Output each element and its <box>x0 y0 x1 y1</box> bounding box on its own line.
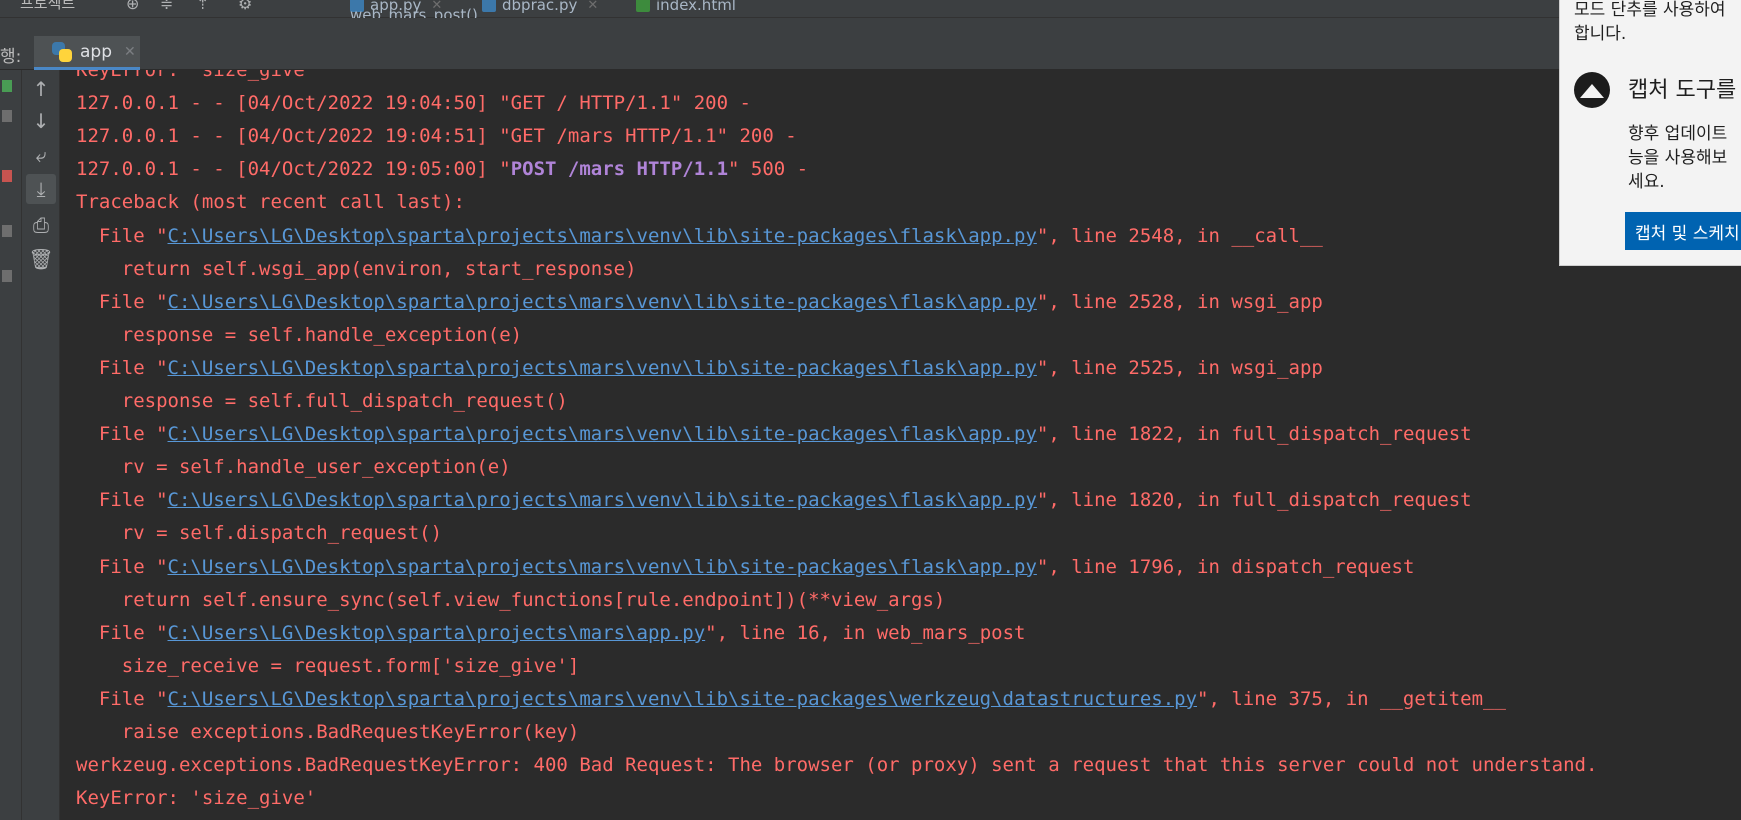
file-path-link[interactable]: C:\Users\LG\Desktop\sparta\projects\mars… <box>168 489 1037 511</box>
file-prefix: File " <box>76 224 168 247</box>
trash-icon[interactable]: 🗑 <box>26 244 56 274</box>
file-suffix: ", line 1820, in full_dispatch_request <box>1036 489 1472 512</box>
tab-dbprac-py[interactable]: dbprac.py ✕ <box>482 0 598 17</box>
notification-title: 캡처 도구를 <box>1628 78 1737 103</box>
python-file-icon <box>482 0 496 12</box>
console-line: 127.0.0.1 - - [04/Oct/2022 19:04:51] "GE… <box>76 125 797 148</box>
file-prefix: File " <box>76 423 168 446</box>
console-line: File "C:\Users\LG\Desktop\sparta\project… <box>76 224 1323 248</box>
console-line: KeyError: 'size_give' <box>76 70 317 81</box>
console-output[interactable]: KeyError: 'size_give' 127.0.0.1 - - [04/O… <box>60 70 1741 820</box>
console-line: 127.0.0.1 - - [04/Oct/2022 19:04:50] "GE… <box>76 92 751 115</box>
console-line: File "C:\Users\LG\Desktop\sparta\project… <box>76 555 1415 579</box>
console-line: File "C:\Users\LG\Desktop\sparta\project… <box>76 422 1472 446</box>
expand-icon[interactable]: ⇡ <box>196 0 209 13</box>
console-line: werkzeug.exceptions.BadRequestKeyError: … <box>76 754 1598 777</box>
close-icon[interactable]: ✕ <box>124 44 136 60</box>
file-path-link[interactable]: C:\Users\LG\Desktop\sparta\projects\mars… <box>168 622 706 644</box>
rerun-icon[interactable] <box>2 80 12 92</box>
file-path-link[interactable]: C:\Users\LG\Desktop\sparta\projects\mars… <box>168 423 1037 445</box>
file-suffix: ", line 2525, in wsgi_app <box>1036 356 1323 379</box>
console-line: KeyError: 'size_give' <box>76 787 317 810</box>
log-suffix: " 500 - <box>728 158 809 181</box>
console-line: raise exceptions.BadRequestKeyError(key) <box>76 721 580 743</box>
console-toolbar: ↑ ↓ ⤶ ⤓ ⎙ 🗑 <box>22 70 60 820</box>
arrow-up-icon[interactable]: ↑ <box>26 74 56 104</box>
console-line: File "C:\Users\LG\Desktop\sparta\project… <box>76 290 1323 314</box>
file-suffix: ", line 2528, in wsgi_app <box>1036 290 1323 313</box>
file-prefix: File " <box>76 356 168 379</box>
console-line: File "C:\Users\LG\Desktop\sparta\project… <box>76 488 1472 512</box>
log-prefix: 127.0.0.1 - - [04/Oct/2022 19:05:00] " <box>76 158 511 181</box>
request-highlight: POST /mars HTTP/1.1 <box>510 158 729 181</box>
file-path-link[interactable]: C:\Users\LG\Desktop\sparta\projects\mars… <box>168 556 1037 578</box>
console-line: File "C:\Users\LG\Desktop\sparta\project… <box>76 356 1323 380</box>
console-line: return self.ensure_sync(self.view_functi… <box>76 588 946 611</box>
console-line: 127.0.0.1 - - [04/Oct/2022 19:05:00] "PO… <box>76 157 808 181</box>
file-prefix: File " <box>76 621 168 644</box>
console-line: size_receive = request.form['size_give'] <box>76 654 580 677</box>
run-label: 행: <box>0 47 22 67</box>
tab-label: dbprac.py <box>502 0 578 14</box>
snip-app-icon <box>1574 72 1610 108</box>
console-line: response = self.handle_exception(e) <box>76 323 523 346</box>
console-line: File "C:\Users\LG\Desktop\sparta\project… <box>76 687 1506 711</box>
collapse-icon[interactable]: ≑ <box>160 0 173 13</box>
console-line: rv = self.handle_user_exception(e) <box>76 456 511 479</box>
notification-body: 향후 업데이트 능을 사용해보 세요. <box>1628 124 1728 192</box>
arrow-down-icon[interactable]: ↓ <box>26 106 56 136</box>
notification-message: 모드 단추를 사용하여 합니다. <box>1574 0 1726 44</box>
console-line: Traceback (most recent call last): <box>76 191 465 214</box>
target-icon[interactable]: ⊕ <box>126 0 139 13</box>
file-prefix: File " <box>76 555 168 578</box>
snip-sketch-button[interactable]: 캡처 및 스케치 <box>1625 212 1741 250</box>
restore-layout-icon[interactable] <box>2 225 12 237</box>
console-line: rv = self.dispatch_request() <box>76 522 443 545</box>
file-suffix: ", line 1822, in full_dispatch_request <box>1036 423 1472 446</box>
file-prefix: File " <box>76 290 168 313</box>
file-suffix: ", line 1796, in dispatch_request <box>1036 555 1415 578</box>
console-line: response = self.full_dispatch_request() <box>76 390 568 412</box>
gear-icon[interactable]: ⚙ <box>238 0 252 13</box>
run-panel-header: 행: app ✕ <box>0 18 1741 70</box>
editor-tab-bar: 프로젝트 ⊕ ≑ ⇡ ⚙ app.py ✕ dbprac.py ✕ index.… <box>0 0 1741 18</box>
wrench-icon[interactable] <box>2 110 12 122</box>
soft-wrap-icon[interactable]: ⤶ <box>26 140 56 170</box>
tab-index-html[interactable]: index.html <box>636 0 736 17</box>
run-actions-strip <box>0 70 22 820</box>
snip-notification[interactable]: 모드 단추를 사용하여 합니다. 캡처 도구를 향후 업데이트 능을 사용해보 … <box>1559 0 1741 266</box>
python-icon <box>52 41 72 62</box>
html-file-icon <box>636 0 650 12</box>
stop-icon[interactable] <box>2 170 12 182</box>
run-tab-label: app <box>80 41 112 62</box>
console-line: return self.wsgi_app(environ, start_resp… <box>76 257 637 280</box>
file-path-link[interactable]: C:\Users\LG\Desktop\sparta\projects\mars… <box>168 225 1037 247</box>
run-tab-app[interactable]: app ✕ <box>34 36 140 70</box>
project-label[interactable]: 프로젝트 <box>20 0 75 13</box>
tab-label: index.html <box>656 0 736 14</box>
file-suffix: ", line 375, in __getitem__ <box>1197 687 1506 710</box>
pin-icon[interactable] <box>2 270 12 282</box>
file-path-link[interactable]: C:\Users\LG\Desktop\sparta\projects\mars… <box>168 357 1037 379</box>
print-icon[interactable]: ⎙ <box>26 210 56 240</box>
close-icon[interactable]: ✕ <box>587 0 598 13</box>
file-path-link[interactable]: C:\Users\LG\Desktop\sparta\projects\mars… <box>168 688 1198 710</box>
file-suffix: ", line 16, in web_mars_post <box>705 621 1026 644</box>
file-suffix: ", line 2548, in __call__ <box>1036 224 1323 247</box>
scroll-to-end-icon[interactable]: ⤓ <box>26 174 56 204</box>
file-path-link[interactable]: C:\Users\LG\Desktop\sparta\projects\mars… <box>168 291 1037 313</box>
file-prefix: File " <box>76 489 168 512</box>
console-line: File "C:\Users\LG\Desktop\sparta\project… <box>76 621 1026 645</box>
file-prefix: File " <box>76 687 168 710</box>
